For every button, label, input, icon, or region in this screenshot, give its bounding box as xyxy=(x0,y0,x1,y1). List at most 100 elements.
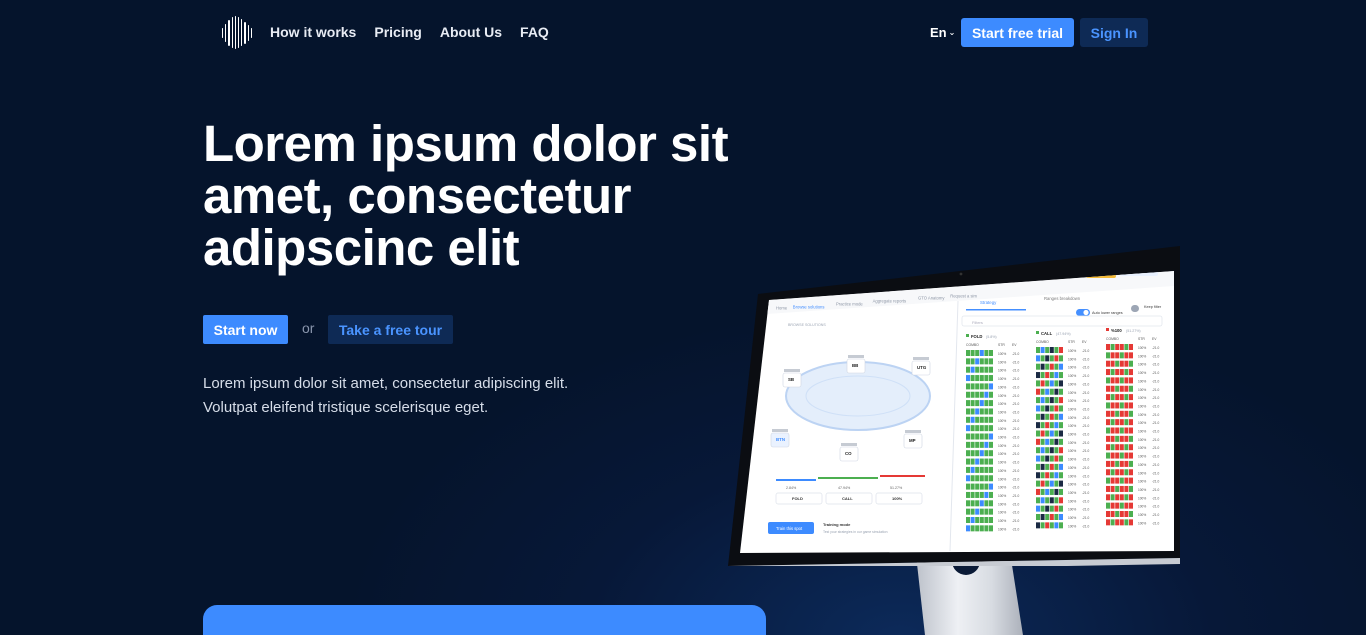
combo-cell xyxy=(1106,477,1110,484)
combo-cell xyxy=(1129,452,1133,459)
combo-cell xyxy=(1115,477,1120,484)
combo-cell xyxy=(1110,469,1115,476)
combo-cell xyxy=(979,508,984,515)
combo-cell xyxy=(1115,369,1120,376)
combo-cell xyxy=(1040,505,1045,512)
combo-cell xyxy=(1115,435,1120,442)
seat-chips xyxy=(913,357,929,360)
combo-cell xyxy=(1040,522,1045,529)
combo-cell xyxy=(1054,438,1059,445)
combo-cell xyxy=(1049,363,1054,370)
combo-cell xyxy=(970,483,975,490)
combo-cell xyxy=(989,458,993,465)
combo-cell xyxy=(966,383,970,390)
column-title: %100 xyxy=(1111,328,1122,333)
combo-cell xyxy=(970,383,975,390)
combo-cell xyxy=(984,358,989,365)
nav-link-faq[interactable]: FAQ xyxy=(520,24,549,40)
combo-cell xyxy=(1040,380,1045,387)
combo-cell xyxy=(1119,452,1124,459)
combo-strategy: 100% xyxy=(1068,391,1076,395)
combo-ev: -21.0 xyxy=(1012,511,1019,515)
combo-ev: -21.0 xyxy=(1012,419,1019,423)
combo-strategy: 100% xyxy=(1138,363,1146,367)
combo-ev: -21.0 xyxy=(1152,371,1159,375)
combo-cell xyxy=(1059,480,1063,487)
combo-cell xyxy=(989,517,993,523)
language-selector[interactable]: En ⌄ xyxy=(930,25,955,40)
combo-cell xyxy=(989,525,993,532)
combo-cell xyxy=(984,400,989,407)
column-title: CALL xyxy=(1041,331,1053,336)
combo-cell xyxy=(1045,455,1050,462)
nav-link-about-us[interactable]: About Us xyxy=(440,24,502,40)
combo-cell xyxy=(970,400,975,407)
combo-cell xyxy=(1110,444,1115,451)
combo-cell xyxy=(979,517,984,523)
combo-cell xyxy=(1040,472,1045,479)
combo-cell xyxy=(1124,352,1129,359)
hero-subtitle-line-1: Lorem ipsum dolor sit amet, consectetur … xyxy=(203,375,569,392)
combo-cell xyxy=(1059,413,1063,420)
combo-cell xyxy=(1110,485,1115,492)
combo-cell xyxy=(970,441,975,448)
sign-in-button[interactable]: Sign In xyxy=(1080,18,1148,47)
combo-cell xyxy=(1106,460,1110,467)
start-now-button[interactable]: Start now xyxy=(203,315,288,344)
combo-cell xyxy=(1110,452,1115,459)
combo-cell xyxy=(989,441,993,448)
combo-ev: -21.0 xyxy=(1082,374,1089,378)
combo-cell xyxy=(975,491,980,498)
combo-cell xyxy=(979,441,984,448)
combo-strategy: 100% xyxy=(998,410,1006,414)
combo-ev: -21.0 xyxy=(1152,413,1159,417)
combo-strategy: 100% xyxy=(998,502,1006,506)
combo-cell xyxy=(979,366,984,373)
combo-strategy: 100% xyxy=(998,477,1006,481)
combo-cell xyxy=(1110,511,1115,517)
combo-cell xyxy=(975,483,980,490)
combo-strategy: 100% xyxy=(1138,354,1146,358)
combo-cell xyxy=(1124,385,1129,392)
combo-cell xyxy=(1115,485,1120,492)
combo-ev: -21.0 xyxy=(1012,494,1019,498)
combo-strategy: 100% xyxy=(1068,474,1076,478)
combo-cell xyxy=(1110,435,1115,442)
combo-cell xyxy=(1040,455,1045,462)
combo-cell xyxy=(970,433,975,440)
combo-cell xyxy=(1049,430,1054,437)
combo-cell xyxy=(975,400,980,407)
combo-cell xyxy=(1106,427,1110,434)
take-free-tour-button[interactable]: Take a free tour xyxy=(328,315,453,344)
combo-ev: -21.0 xyxy=(1152,455,1159,459)
seat-chips xyxy=(772,429,788,432)
combo-cell xyxy=(979,391,984,398)
combo-strategy: 100% xyxy=(1138,430,1146,434)
nav-link-how-it-works[interactable]: How it works xyxy=(270,24,356,40)
nav-link-pricing[interactable]: Pricing xyxy=(374,24,421,40)
combo-cell xyxy=(970,508,975,515)
combo-cell xyxy=(975,375,980,382)
start-free-trial-button[interactable]: Start free trial xyxy=(961,18,1074,47)
equalizer-bars-logo[interactable] xyxy=(222,16,253,49)
combo-cell xyxy=(984,375,989,382)
combo-cell xyxy=(1106,452,1110,459)
combo-ev: -21.0 xyxy=(1012,461,1019,465)
combo-cell xyxy=(989,425,993,432)
combo-cell xyxy=(989,375,993,382)
combo-ev: -21.0 xyxy=(1152,471,1159,475)
combo-cell xyxy=(1049,422,1054,429)
combo-ev: -21.0 xyxy=(1152,379,1159,383)
combo-cell xyxy=(1049,497,1054,504)
combo-cell xyxy=(1059,497,1063,504)
combo-cell xyxy=(1036,405,1040,412)
combo-strategy: 100% xyxy=(998,402,1006,406)
seat-label: BB xyxy=(852,363,858,368)
combo-ev: -21.0 xyxy=(1082,516,1089,520)
combo-ev: -21.0 xyxy=(1082,466,1089,470)
combo-cell xyxy=(1045,372,1050,379)
combo-ev: -21.0 xyxy=(1082,524,1089,528)
combo-cell xyxy=(1036,447,1040,454)
combo-cell xyxy=(1129,469,1133,476)
combo-ev: -21.0 xyxy=(1082,499,1089,503)
